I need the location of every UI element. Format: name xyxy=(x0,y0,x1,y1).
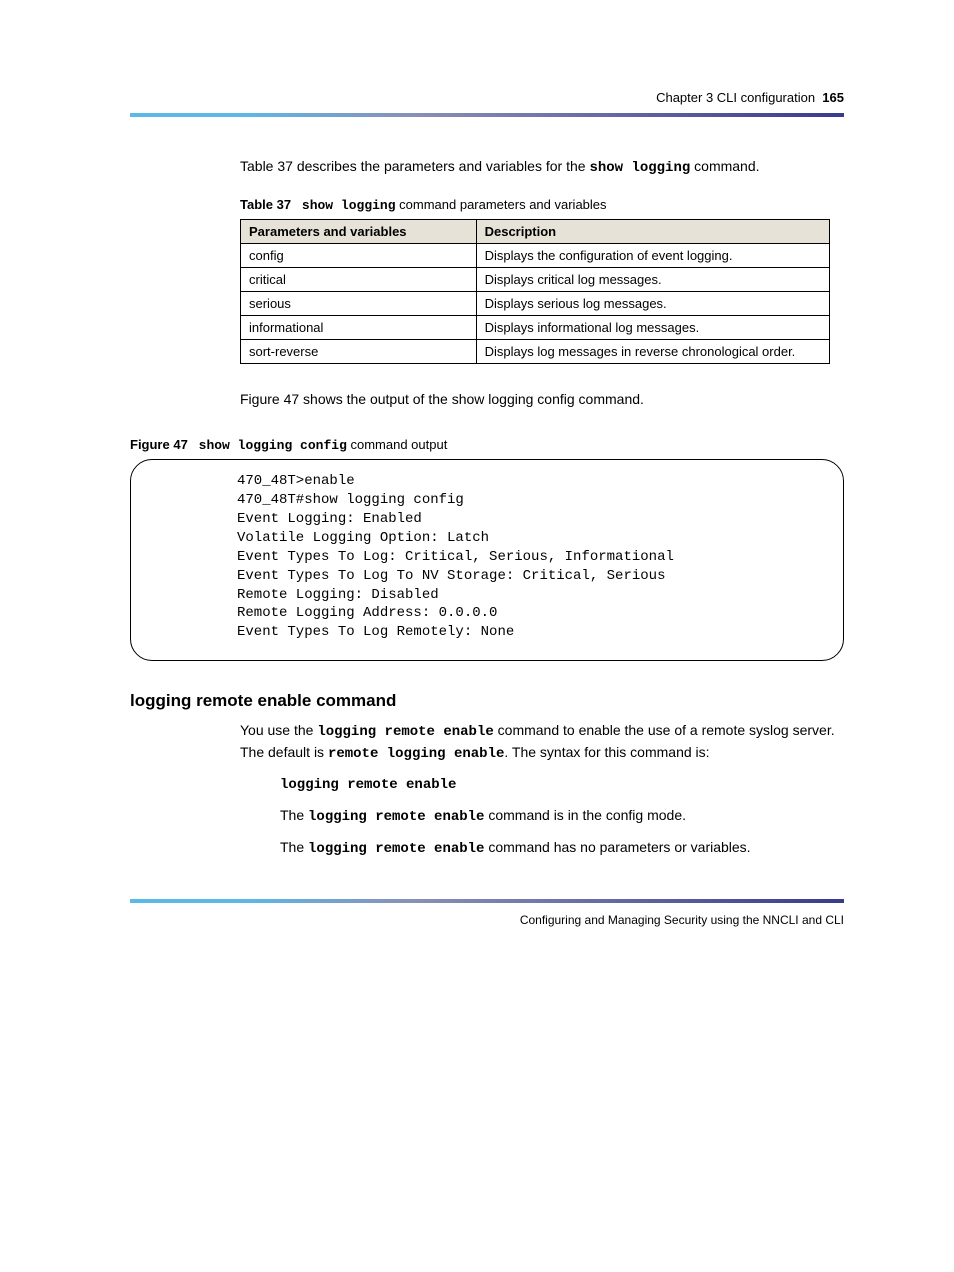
section-line-3: The logging remote enable command has no… xyxy=(280,838,844,860)
section-paragraph-1: You use the logging remote enable comman… xyxy=(240,721,844,764)
table37-caption: Table 37 show logging command parameters… xyxy=(240,197,844,213)
th-param: Parameters and variables xyxy=(241,219,477,243)
intro-paragraph: Table 37 describes the parameters and va… xyxy=(240,157,844,179)
table-row: informationalDisplays informational log … xyxy=(241,315,830,339)
table-row: configDisplays the configuration of even… xyxy=(241,243,830,267)
running-head-text: Chapter 3 CLI configuration xyxy=(656,90,815,105)
page-number: 165 xyxy=(822,90,844,105)
table-header-row: Parameters and variables Description xyxy=(241,219,830,243)
figure47-caption: Figure 47 show logging config command ou… xyxy=(130,437,844,453)
top-divider xyxy=(130,113,844,117)
th-desc: Description xyxy=(476,219,829,243)
table-ref-link[interactable]: Table 37 xyxy=(240,158,293,174)
figure-ref-text: Figure 47 shows the output of the show l… xyxy=(240,390,844,410)
bottom-divider xyxy=(130,899,844,903)
table37: Parameters and variables Description con… xyxy=(240,219,830,364)
table-row: sort-reverseDisplays log messages in rev… xyxy=(241,339,830,363)
footer-text: Configuring and Managing Security using … xyxy=(130,913,844,927)
cmd-show-logging: show logging xyxy=(589,160,690,176)
section-heading: logging remote enable command xyxy=(130,691,844,711)
figure47-output: 470_48T>enable 470_48T#show logging conf… xyxy=(130,459,844,661)
section-line-2: The logging remote enable command is in … xyxy=(280,806,844,828)
syntax-line: logging remote enable xyxy=(280,774,844,796)
table-row: seriousDisplays serious log messages. xyxy=(241,291,830,315)
table-row: criticalDisplays critical log messages. xyxy=(241,267,830,291)
